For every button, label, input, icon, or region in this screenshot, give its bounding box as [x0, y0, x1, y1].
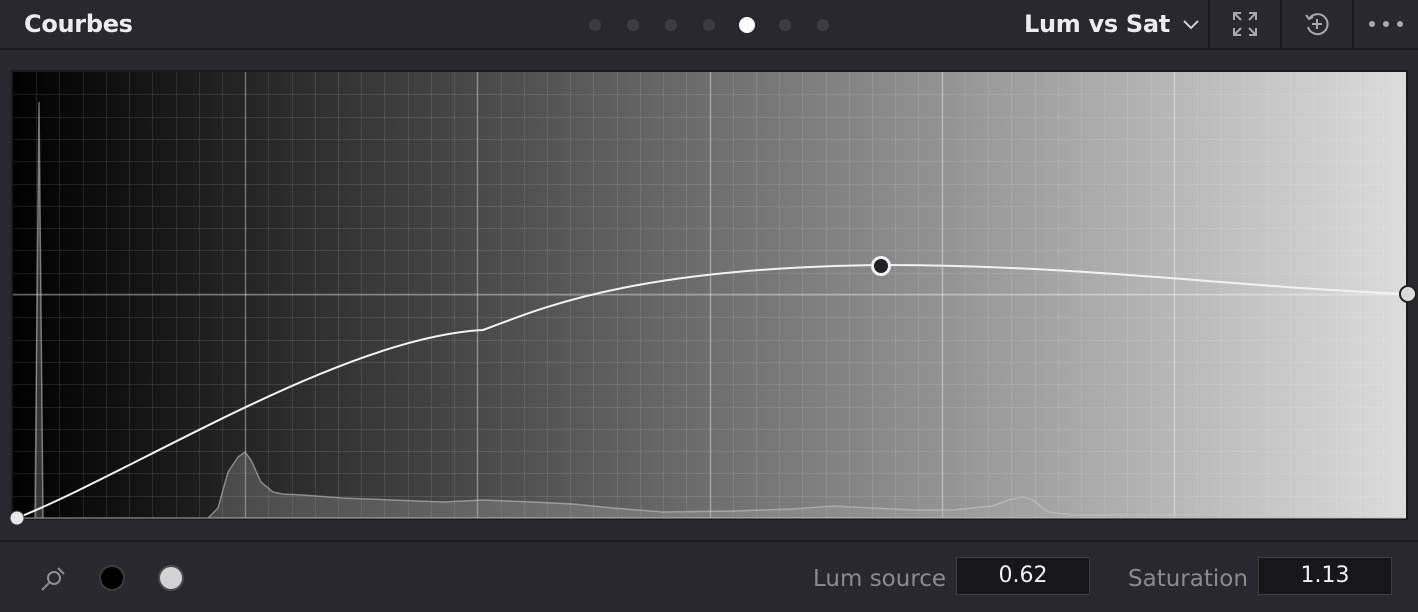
curve-mode-dropdown[interactable]: Lum vs Sat	[1020, 0, 1208, 48]
eyedropper-button[interactable]	[36, 562, 70, 600]
curve-editor-area	[0, 50, 1418, 540]
page-dot[interactable]	[817, 19, 829, 31]
more-options-button[interactable]	[1352, 0, 1418, 48]
curve-endpoint-black[interactable]	[9, 510, 25, 526]
lum-source-label: Lum source	[813, 566, 947, 592]
curve-control-point-selected[interactable]	[871, 256, 891, 276]
white-point-button[interactable]	[157, 564, 185, 596]
lum-source-input[interactable]: 0.62	[956, 557, 1090, 595]
curve-graph[interactable]	[9, 70, 1417, 526]
page-dot[interactable]	[779, 19, 791, 31]
more-options-icon	[1369, 21, 1403, 27]
page-dot-active[interactable]	[739, 17, 755, 33]
reset-button[interactable]	[1280, 0, 1352, 48]
curve-mode-label: Lum vs Sat	[1024, 10, 1170, 38]
page-dot[interactable]	[703, 19, 715, 31]
black-point-button[interactable]	[98, 564, 126, 596]
expand-button[interactable]	[1208, 0, 1280, 48]
expand-icon	[1233, 12, 1257, 36]
panel-header: Courbes Lum vs Sat	[0, 0, 1418, 50]
panel-title: Courbes	[24, 10, 133, 38]
panel-footer: Lum source 0.62 Saturation 1.13	[0, 540, 1418, 612]
page-dot[interactable]	[665, 19, 677, 31]
page-dot[interactable]	[589, 19, 601, 31]
curve-endpoint-white[interactable]	[1399, 285, 1417, 303]
saturation-label: Saturation	[1128, 566, 1248, 592]
reset-icon	[1305, 13, 1329, 36]
page-dot[interactable]	[627, 19, 639, 31]
chevron-down-icon	[1183, 20, 1199, 30]
white-point-icon	[158, 565, 184, 591]
black-point-icon	[99, 565, 125, 591]
saturation-input[interactable]: 1.13	[1258, 557, 1392, 595]
curve-graph-canvas[interactable]	[9, 72, 1417, 526]
eyedropper-icon	[41, 567, 65, 591]
